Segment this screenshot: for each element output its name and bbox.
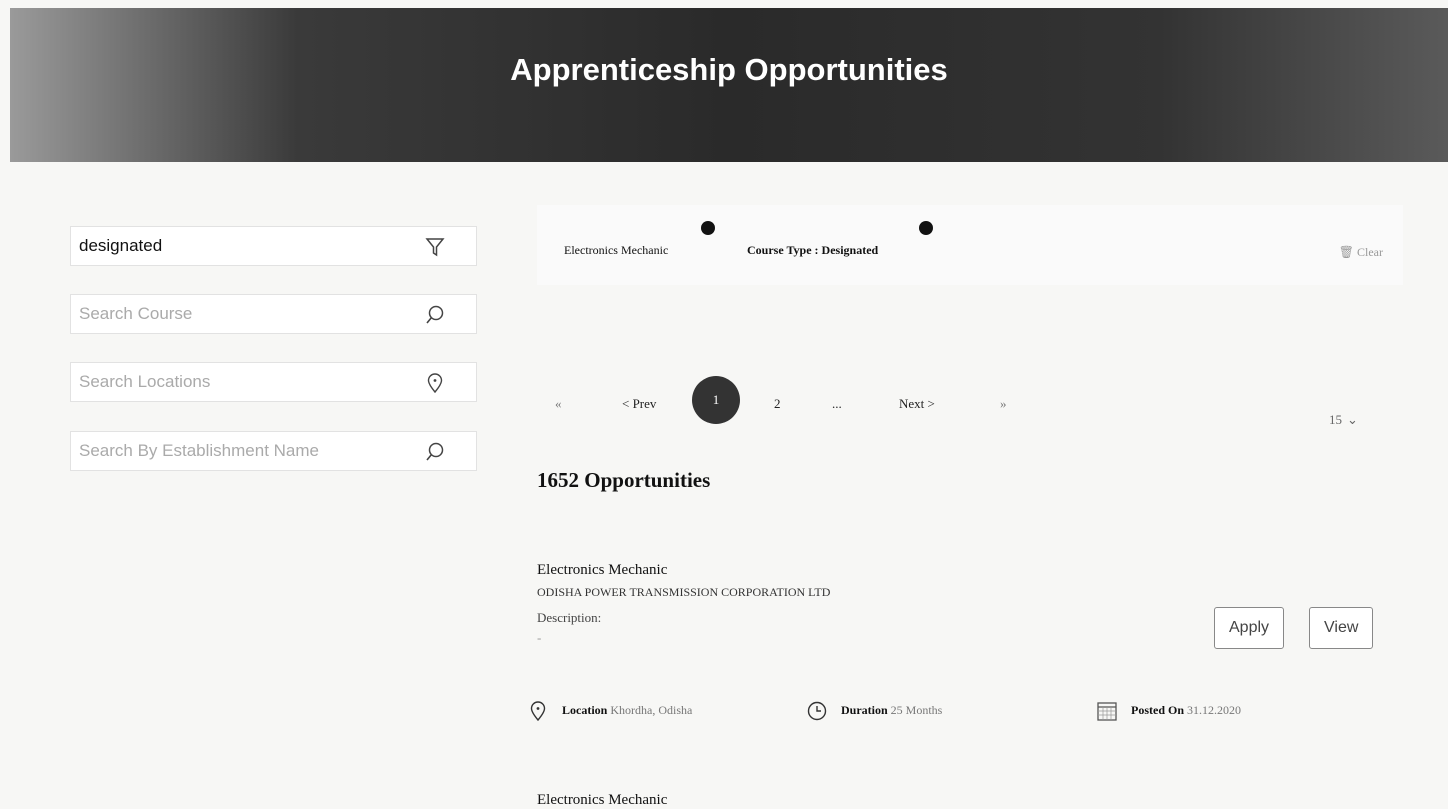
posted-value: 31.12.2020 [1187,702,1242,717]
page-size-value: 15 [1329,412,1342,427]
duration-label: Duration [841,702,888,717]
location-value: Khordha, Odisha [610,702,693,717]
search-course-input[interactable] [71,295,409,333]
search-establishment-input[interactable] [71,432,409,470]
card-organisation: ODISHA POWER TRANSMISSION CORPORATION LT… [537,585,831,599]
search-icon[interactable] [424,441,446,463]
filter-chip-label: Electronics Mechanic [564,243,669,257]
card-location: Location Khordha, Odisha [527,700,692,722]
results-count: 1652 Opportunities [537,468,711,492]
first-page-button[interactable]: « [555,396,562,412]
clock-icon [807,701,827,721]
search-location-field[interactable] [70,362,477,402]
active-filters-bar: Electronics Mechanic Course Type : Desig… [537,205,1403,285]
apply-button[interactable]: Apply [1214,607,1285,649]
prev-page-button[interactable]: < Prev [622,396,656,412]
location-pin-icon [530,701,546,722]
pagination: « < Prev 1 2 ... Next > » 15 ⌄ [537,376,1403,440]
page-title: Apprenticeship Opportunities [510,52,948,87]
course-type-input[interactable] [71,227,409,265]
search-location-input[interactable] [71,363,409,401]
search-establishment-field[interactable] [70,431,477,471]
trash-icon: 🗑 [1338,245,1354,259]
search-icon[interactable] [424,304,446,326]
card-duration: Duration 25 Months [806,700,942,722]
card-title[interactable]: Electronics Mechanic [537,792,1403,809]
filter-icon[interactable] [424,236,446,258]
page-1-button[interactable]: 1 [692,376,740,424]
location-label: Location [562,702,608,717]
posted-label: Posted On [1131,702,1185,717]
search-course-field[interactable] [70,294,477,334]
remove-chip-icon[interactable] [701,221,715,235]
duration-value: 25 Months [890,702,943,717]
chevron-down-icon: ⌄ [1347,412,1358,427]
page-2-button[interactable]: 2 [774,396,781,412]
location-pin-icon[interactable] [424,372,446,394]
calendar-icon [1097,702,1117,721]
card-title[interactable]: Electronics Mechanic [537,562,1403,579]
header-banner: Apprenticeship Opportunities [10,8,1448,162]
view-button[interactable]: View [1309,607,1374,649]
filter-chip-label: Course Type : Designated [747,243,879,257]
result-card: Electronics Mechanic [537,792,1403,809]
remove-chip-icon[interactable] [919,221,933,235]
course-type-filter[interactable] [70,226,477,266]
next-page-button[interactable]: Next > [899,396,935,412]
card-posted-on: Posted On 31.12.2020 [1096,700,1241,722]
pagination-ellipsis: ... [832,396,842,411]
clear-filters-button[interactable]: 🗑 Clear [1339,245,1383,260]
last-page-button[interactable]: » [1000,396,1007,412]
filter-chip-course: Electronics Mechanic [564,221,715,258]
filter-chip-course-type: Course Type : Designated [747,221,933,258]
